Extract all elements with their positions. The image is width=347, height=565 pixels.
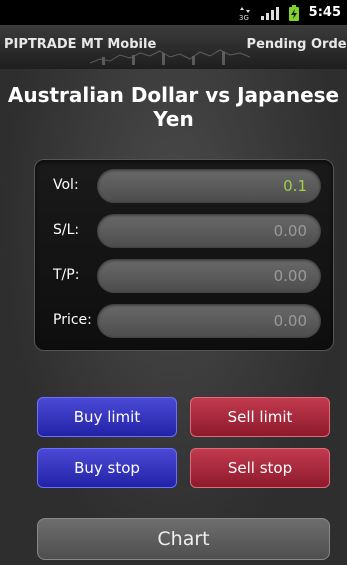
app-title: PIPTRADE MT Mobile [4,37,157,52]
order-form: Vol: 0.1 S/L: 0.00 T/P: 0.00 Price: 0.00 [34,159,334,351]
stop-loss-input[interactable]: 0.00 [97,214,321,248]
screen-title: Pending Order [246,37,347,52]
pending-order-panel: Australian Dollar vs Japanese Yen Vol: 0… [0,69,347,565]
volume-row: Vol: 0.1 [35,166,333,206]
stop-loss-label: S/L: [53,222,80,238]
buy-limit-button[interactable]: Buy limit [37,397,177,437]
sell-stop-button[interactable]: Sell stop [190,448,330,488]
take-profit-label: T/P: [53,267,80,283]
price-input[interactable]: 0.00 [97,304,321,338]
buy-stop-button[interactable]: Buy stop [37,448,177,488]
take-profit-input[interactable]: 0.00 [97,259,321,293]
signal-icon [260,6,279,20]
battery-charging-icon [288,4,299,21]
status-bar: 3G 5:45 [0,0,347,25]
price-row: Price: 0.00 [35,301,333,341]
data-3g-icon: 3G [239,6,251,20]
stop-loss-row: S/L: 0.00 [35,211,333,251]
price-label: Price: [53,312,92,328]
svg-text:3G: 3G [239,14,249,20]
sell-limit-button[interactable]: Sell limit [190,397,330,437]
title-bar: PIPTRADE MT Mobile Pending Order [0,25,347,69]
chart-button[interactable]: Chart [37,518,330,560]
volume-input[interactable]: 0.1 [97,169,321,203]
volume-label: Vol: [53,177,79,193]
instrument-title: Australian Dollar vs Japanese Yen [7,83,340,131]
take-profit-row: T/P: 0.00 [35,256,333,296]
status-time: 5:45 [308,5,341,20]
